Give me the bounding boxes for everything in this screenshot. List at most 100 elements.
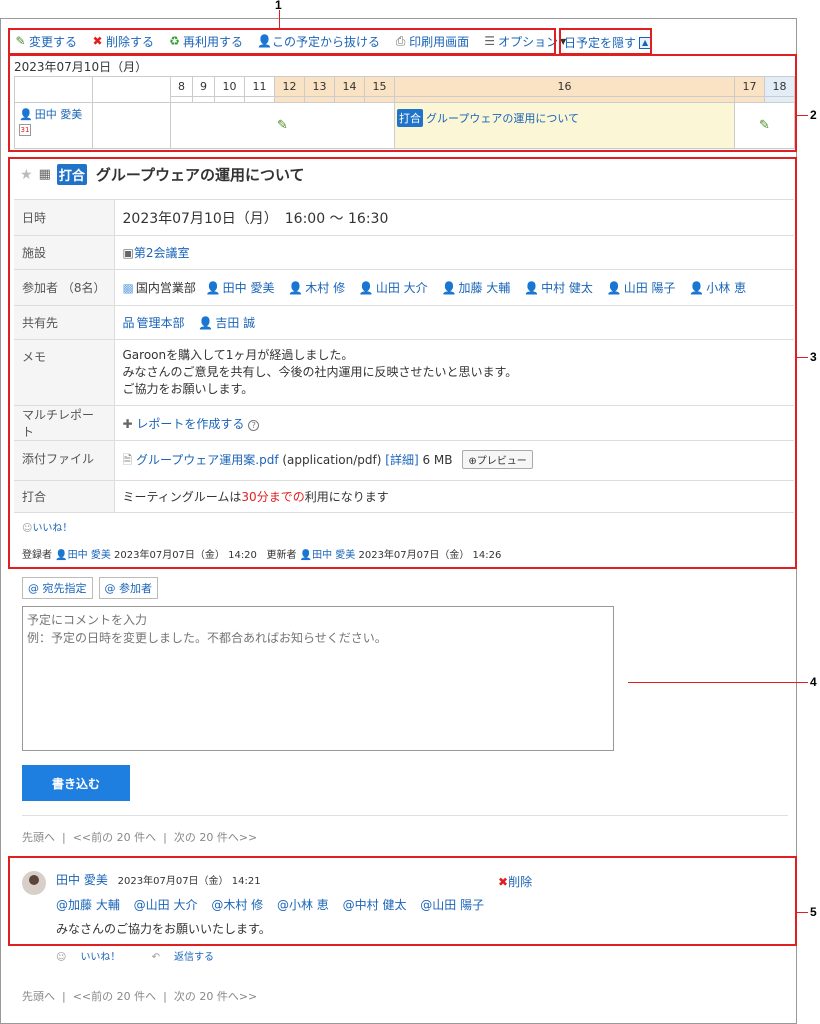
comment-reply-button[interactable]: ↶ 返信する [152,952,228,963]
user-icon: 👤 [606,280,622,295]
add-event-evening[interactable]: ✎ [734,102,795,149]
registration-meta: 登録者 👤田中 愛美 2023年07月07日（金） 14:20 更新者 👤田中 … [22,550,502,561]
mention[interactable]: @加藤 大輔 [56,898,120,912]
create-report-link[interactable]: レポートを作成する [136,417,244,431]
comment-mentions: @加藤 大輔 @山田 大介 @木村 修 @小林 恵 @中村 健太 @山田 陽子 [56,896,494,913]
hour-11: 11 [244,76,275,97]
user-remove-icon: 👤 [257,33,272,48]
mention[interactable]: @木村 修 [211,898,263,912]
comment-like-button[interactable]: ☺ いいね！ [56,952,134,963]
facility-label: 施設 [14,235,115,270]
org-chart-icon: 品 [122,315,135,330]
reuse-button[interactable]: ♻ 再利用する [168,33,243,50]
mention[interactable]: @中村 健太 [343,898,407,912]
timeline-corner [14,76,93,103]
share-cell: 品管理本部 👤 吉田 誠 [114,305,794,340]
timeline-user-link[interactable]: 田中 愛美 [35,106,83,122]
attendees-label: 参加者 （8名） [14,269,115,306]
add-event-icon: ✎ [277,118,288,133]
meeting-badge: 打合 [56,164,87,185]
mention-attendees-button[interactable]: @ 参加者 [98,577,158,599]
pager-first[interactable]: 先頭へ [22,990,55,1003]
attendee[interactable]: 👤 小林 恵 [689,279,746,296]
pager-prev[interactable]: <<前の 20 件へ [73,831,156,844]
timeline-event[interactable]: 打合 グループウェアの運用について [394,102,735,149]
attachment-label: 添付ファイル [14,440,115,481]
registrar-link[interactable]: 田中 愛美 [68,550,111,561]
edit-button[interactable]: ✎ 変更する [14,33,77,50]
mention-to-button[interactable]: @ 宛先指定 [22,577,93,599]
meeting-note: ミーティングルームは30分までの利用になります [114,480,794,513]
callout-line-4 [628,682,808,683]
avatar [22,871,46,895]
attendee[interactable]: 👤 木村 修 [288,279,345,296]
pager-next[interactable]: 次の 20 件へ>> [174,990,257,1003]
recycle-icon: ♻ [169,33,180,48]
callout-number-2: 2 [810,108,817,122]
delete-button[interactable]: ✖ 削除する [91,33,154,50]
print-button[interactable]: ⎙ 印刷用画面 [394,33,469,50]
add-event-morning[interactable]: ✎ [170,102,395,149]
pager-top: 先頭へ | <<前の 20 件へ | 次の 20 件へ>> [22,831,258,844]
hour-18: 18 [764,76,795,97]
star-icon[interactable]: ★ [20,167,33,183]
share-user[interactable]: 👤 吉田 誠 [198,314,255,331]
help-icon[interactable]: ? [248,419,260,431]
edit-icon: ✎ [15,33,26,48]
schedule-detail-table: 日時 2023年07月10日（月） 16:00 ～ 16:30 施設 ▣第2会議… [14,199,794,513]
divider [22,815,788,816]
share-org[interactable]: 品管理本部 [123,314,185,331]
memo-line: Garoonを購入して1ヶ月が経過しました。 [122,348,354,362]
report-label: マルチレポート [14,405,115,441]
user-icon: 👤 [288,280,304,295]
hour-10: 10 [214,76,245,97]
options-icon: ☰ [484,33,495,48]
callout-line-3 [797,357,808,358]
meeting-label: 打合 [14,480,115,513]
attendee[interactable]: 👤 加藤 大輔 [442,279,511,296]
facility-link[interactable]: 第2会議室 [134,246,190,260]
comment-header: 田中 愛美 2023年07月07日（金） 14:21 [56,871,261,888]
pager-next[interactable]: 次の 20 件へ>> [174,831,257,844]
timeline-corner-2 [92,76,171,103]
callout-line-5 [797,912,808,913]
options-dropdown[interactable]: ☰ オプション ▼ [483,33,566,50]
attendee[interactable]: 👤 田中 愛美 [206,279,275,296]
attachment-link[interactable]: グループウェア運用案.pdf [136,453,279,467]
comment-author[interactable]: 田中 愛美 [56,873,108,887]
smile-icon: ☺ [56,952,67,963]
callout-line-1 [279,10,280,28]
add-event-icon: ✎ [759,118,770,133]
user-icon: 👤 [524,280,540,295]
like-button[interactable]: ☺いいね！ [22,519,72,534]
user-icon: 👤 [55,550,68,561]
pager-prev[interactable]: <<前の 20 件へ [73,990,156,1003]
callout-number-5: 5 [810,905,817,919]
mention[interactable]: @山田 陽子 [420,898,484,912]
attendees-cell: ▩ 国内営業部 👤 田中 愛美 👤 木村 修 👤 山田 大介 👤 加藤 大輔 👤 中村 健太… [114,269,794,306]
facility-cell: ▣第2会議室 [114,235,794,270]
smile-icon: ☺ [22,523,33,534]
pager-first[interactable]: 先頭へ [22,831,55,844]
leave-schedule-button[interactable]: 👤 この予定から抜ける [257,33,380,50]
meeting-badge: 打合 [397,109,423,127]
attendee[interactable]: 👤 中村 健太 [524,279,593,296]
attendee[interactable]: 👤 山田 陽子 [607,279,676,296]
mention[interactable]: @小林 恵 [277,898,329,912]
comment-input[interactable] [22,606,614,751]
timeline-event-title[interactable]: グループウェアの運用について [426,112,579,125]
updater-link[interactable]: 田中 愛美 [312,550,355,561]
submit-comment-button[interactable]: 書き込む [22,765,130,801]
schedule-title: グループウェアの運用について [95,166,305,184]
memo-line: みなさんのご意見を共有し、今後の社内運用に反映させたいと思います。 [122,365,518,379]
hide-day-schedule-link[interactable]: 日予定を隠す ▲ [564,34,652,51]
comment-delete-button[interactable]: ✖削除 [498,873,532,890]
organization-icon: ▩ [122,280,134,295]
preview-button[interactable]: ⊕プレビュー [462,449,533,469]
callout-number-1: 1 [275,0,282,12]
attendee[interactable]: 👤 山田 大介 [359,279,428,296]
mention[interactable]: @山田 大介 [134,898,198,912]
calendar-icon[interactable]: 31 [19,124,31,136]
attachment-detail-link[interactable]: [詳細] [385,453,418,467]
report-cell: ✚ レポートを作成する ? [114,405,794,441]
